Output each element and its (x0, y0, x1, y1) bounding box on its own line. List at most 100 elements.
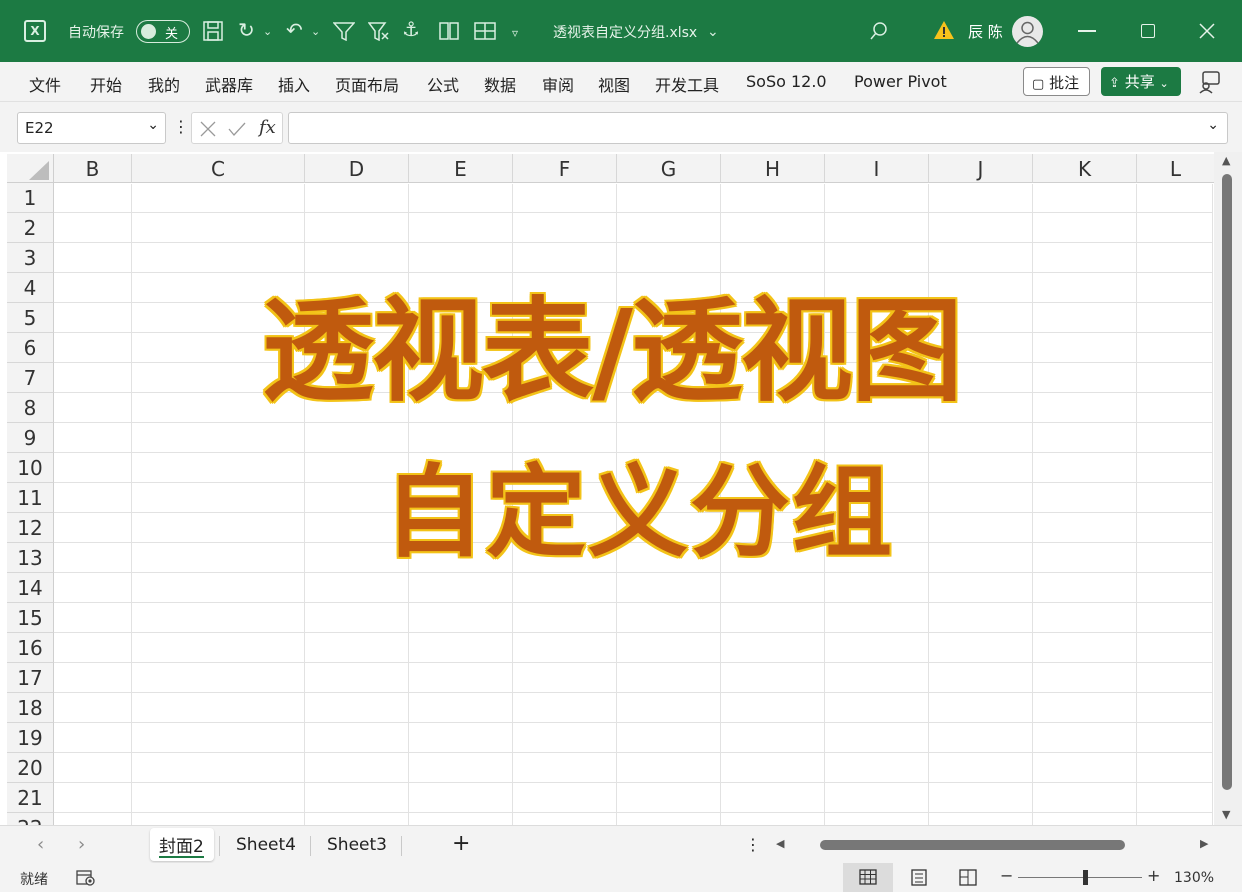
column-header[interactable]: F (513, 154, 617, 183)
column-header[interactable]: J (929, 154, 1033, 183)
share-button[interactable]: ⇪ 共享 ⌄ (1101, 67, 1181, 96)
search-icon[interactable] (869, 21, 889, 41)
row-header[interactable]: 2 (7, 213, 54, 243)
zoom-out-icon[interactable]: − (1000, 866, 1013, 885)
tab-developer[interactable]: 开发工具 (655, 72, 719, 96)
user-name[interactable]: 辰 陈 (968, 21, 1003, 42)
next-sheet-icon[interactable]: › (78, 834, 85, 855)
row-header[interactable]: 14 (7, 573, 54, 603)
horizontal-scrollbar[interactable]: ◀ ▶ (772, 834, 1218, 856)
maximize-icon[interactable] (1141, 24, 1155, 38)
zoom-slider-track[interactable] (1018, 877, 1142, 878)
row-header[interactable]: 12 (7, 513, 54, 543)
tab-soso[interactable]: SoSo 12.0 (746, 72, 827, 91)
add-sheet-button[interactable]: + (452, 831, 470, 856)
row-header[interactable]: 16 (7, 633, 54, 663)
row-header[interactable]: 5 (7, 303, 54, 333)
close-icon[interactable] (1199, 23, 1215, 39)
horizontal-scroll-thumb[interactable] (820, 840, 1125, 850)
minimize-icon[interactable] (1078, 30, 1096, 32)
column-header[interactable]: C (132, 154, 305, 183)
row-header[interactable]: 4 (7, 273, 54, 303)
more-options-icon[interactable]: ⋮ (745, 835, 761, 854)
scroll-up-icon[interactable]: ▲ (1222, 154, 1230, 167)
scroll-down-icon[interactable]: ▼ (1222, 808, 1230, 821)
column-header[interactable]: I (825, 154, 929, 183)
select-all-button[interactable] (7, 154, 54, 183)
warning-icon[interactable] (933, 20, 955, 40)
row-header[interactable]: 21 (7, 783, 54, 813)
row-header[interactable]: 11 (7, 483, 54, 513)
name-box[interactable]: E22 ⌄ (17, 112, 166, 144)
tab-formulas[interactable]: 公式 (427, 72, 459, 96)
zoom-slider-thumb[interactable] (1083, 870, 1088, 885)
row-header[interactable]: 6 (7, 333, 54, 363)
row-header[interactable]: 7 (7, 363, 54, 393)
coauthor-icon[interactable] (1198, 70, 1222, 94)
chevron-down-icon[interactable]: ⌄ (311, 22, 320, 42)
scroll-right-icon[interactable]: ▶ (1200, 837, 1208, 850)
tab-review[interactable]: 审阅 (542, 72, 574, 96)
enter-check-icon[interactable] (228, 121, 246, 137)
tab-power-pivot[interactable]: Power Pivot (854, 72, 947, 91)
row-header[interactable]: 18 (7, 693, 54, 723)
insert-function-icon[interactable]: fx (259, 117, 276, 138)
sheet-tab[interactable]: Sheet3 (327, 835, 387, 855)
tab-home[interactable]: 开始 (90, 72, 122, 96)
row-header[interactable]: 19 (7, 723, 54, 753)
save-icon[interactable] (203, 21, 223, 41)
anchor-icon[interactable]: ⚓ (402, 19, 420, 39)
filter-icon[interactable] (333, 21, 355, 41)
vertical-scrollbar[interactable]: ▲ ▼ (1214, 152, 1242, 825)
row-header[interactable]: 8 (7, 393, 54, 423)
more-options-icon[interactable]: ⋮ (173, 117, 189, 136)
expand-formula-icon[interactable]: ⌄ (1207, 117, 1219, 133)
row-header[interactable]: 3 (7, 243, 54, 273)
row-header[interactable]: 15 (7, 603, 54, 633)
tab-insert[interactable]: 插入 (278, 72, 310, 96)
vertical-scroll-thumb[interactable] (1222, 174, 1232, 790)
column-header[interactable]: H (721, 154, 825, 183)
form-icon[interactable] (474, 21, 496, 41)
clear-filter-icon[interactable] (368, 21, 390, 41)
page-break-view-icon[interactable] (959, 869, 977, 886)
sheet-tab-active[interactable]: 封面2 (150, 828, 214, 861)
tab-arsenal[interactable]: 武器库 (205, 72, 253, 96)
columns-icon[interactable] (439, 21, 459, 41)
scroll-left-icon[interactable]: ◀ (776, 837, 784, 850)
previous-sheet-icon[interactable]: ‹ (37, 834, 44, 855)
undo-icon[interactable]: ↶ (286, 20, 303, 40)
column-header[interactable]: L (1137, 154, 1214, 183)
redo-icon[interactable]: ↻ (238, 20, 255, 40)
sheet-tab[interactable]: Sheet4 (236, 835, 296, 855)
row-header[interactable]: 20 (7, 753, 54, 783)
worksheet-grid[interactable]: B C D E F G H I J K L 1 2 3 4 5 6 7 8 9 … (0, 152, 1242, 825)
tab-data[interactable]: 数据 (484, 72, 516, 96)
tab-page-layout[interactable]: 页面布局 (335, 72, 399, 96)
comments-button[interactable]: ▢ 批注 (1023, 67, 1090, 96)
customize-qat-icon[interactable]: ▿ (512, 23, 518, 43)
chevron-down-icon[interactable]: ⌄ (263, 22, 272, 42)
chevron-down-icon[interactable]: ⌄ (707, 22, 719, 42)
column-header[interactable]: E (409, 154, 513, 183)
row-header[interactable]: 9 (7, 423, 54, 453)
row-header[interactable]: 10 (7, 453, 54, 483)
column-header[interactable]: B (54, 154, 132, 183)
row-header[interactable]: 22 (7, 813, 54, 825)
row-header[interactable]: 17 (7, 663, 54, 693)
column-header[interactable]: D (305, 154, 409, 183)
column-header[interactable]: K (1033, 154, 1137, 183)
cancel-icon[interactable] (200, 121, 216, 137)
macro-record-icon[interactable] (76, 870, 96, 886)
autosave-toggle[interactable]: 关 (136, 20, 190, 43)
page-layout-view-icon[interactable] (910, 869, 928, 886)
zoom-level[interactable]: 130% (1174, 870, 1214, 886)
normal-view-button[interactable] (843, 863, 893, 892)
tab-file[interactable]: 文件 (29, 72, 61, 96)
formula-input[interactable]: ⌄ (288, 112, 1228, 144)
tab-mine[interactable]: 我的 (148, 72, 180, 96)
zoom-in-icon[interactable]: + (1147, 866, 1160, 885)
avatar[interactable] (1012, 16, 1043, 47)
file-title[interactable]: 透视表自定义分组.xlsx (553, 22, 697, 42)
column-header[interactable]: G (617, 154, 721, 183)
